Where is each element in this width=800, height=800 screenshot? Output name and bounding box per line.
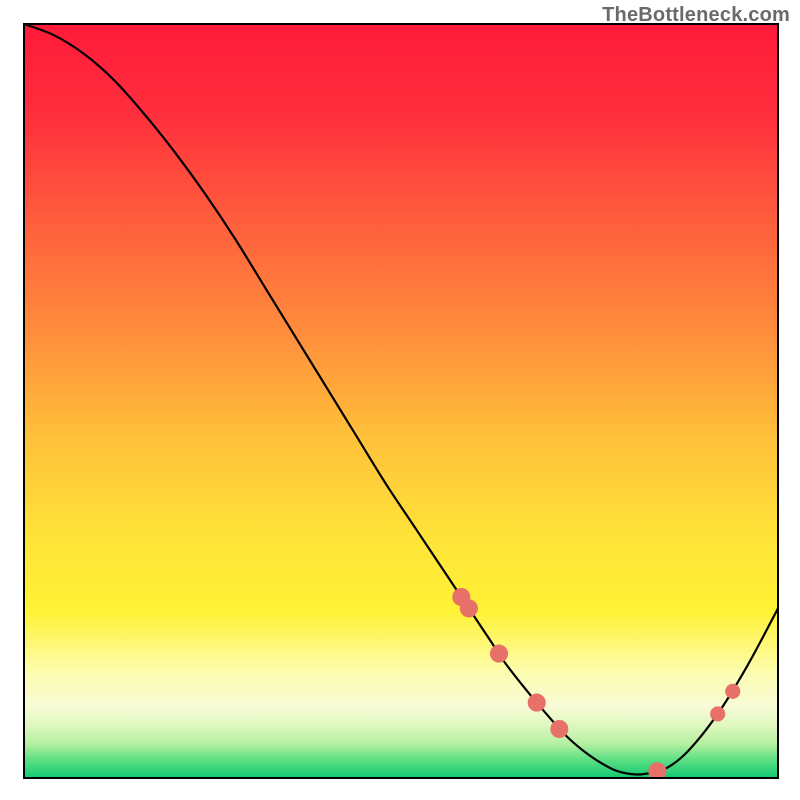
gradient-background	[24, 24, 778, 778]
marker-dot	[550, 720, 568, 738]
chart-svg	[23, 23, 779, 779]
marker-dot	[528, 694, 546, 712]
marker-dot	[490, 645, 508, 663]
marker-dot	[460, 599, 478, 617]
watermark-text: TheBottleneck.com	[602, 4, 790, 27]
marker-dot	[710, 706, 725, 721]
chart-frame: TheBottleneck.com	[0, 0, 800, 800]
marker-dot	[725, 684, 740, 699]
plot-area	[23, 23, 779, 779]
